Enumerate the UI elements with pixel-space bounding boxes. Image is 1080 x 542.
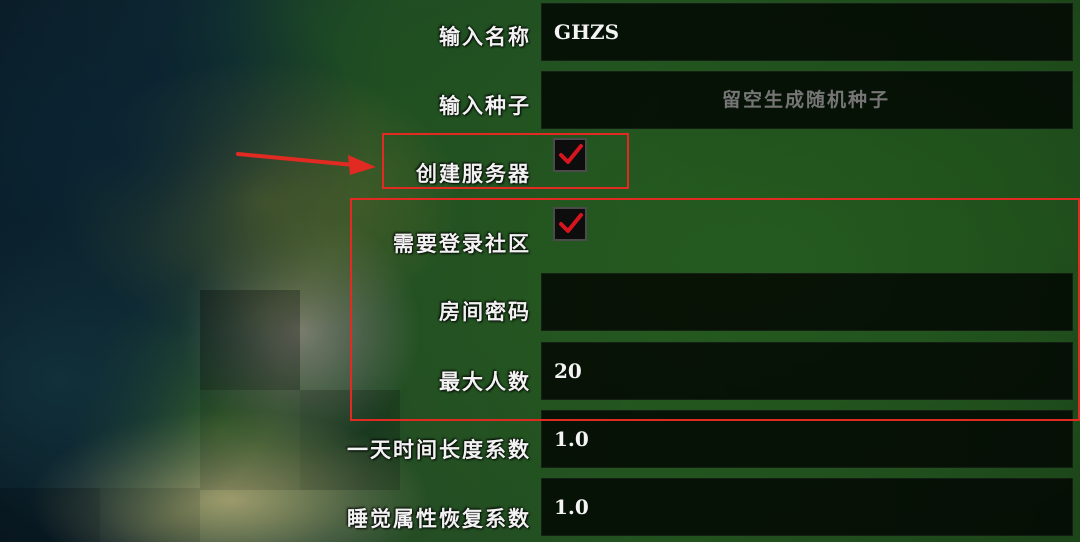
day-length-input[interactable] [541, 410, 1073, 468]
name-label: 输入名称 [439, 25, 531, 49]
map-tile [200, 390, 300, 490]
map-tile [0, 488, 100, 542]
sleep-recovery-label: 睡觉属性恢复系数 [347, 507, 531, 531]
require-login-checkbox[interactable] [553, 207, 587, 241]
room-password-label: 房间密码 [439, 300, 531, 324]
room-password-input[interactable] [541, 273, 1073, 331]
map-tile [200, 290, 300, 390]
name-input[interactable] [541, 3, 1073, 61]
map-tile [100, 488, 200, 542]
checkmark-icon [559, 213, 583, 233]
create-server-checkbox[interactable] [553, 138, 587, 172]
seed-label: 输入种子 [439, 94, 531, 118]
max-players-label: 最大人数 [439, 370, 531, 394]
sleep-recovery-input[interactable] [541, 478, 1073, 536]
checkmark-icon [559, 144, 583, 164]
max-players-input[interactable] [541, 342, 1073, 400]
create-server-label: 创建服务器 [416, 162, 531, 186]
seed-input[interactable] [541, 71, 1073, 129]
day-length-label: 一天时间长度系数 [347, 438, 531, 462]
require-login-label: 需要登录社区 [393, 232, 531, 256]
game-settings-screen: 输入名称 输入种子 创建服务器 需要登录社区 房间密码 最大人数 一天时间长度系… [0, 0, 1080, 542]
